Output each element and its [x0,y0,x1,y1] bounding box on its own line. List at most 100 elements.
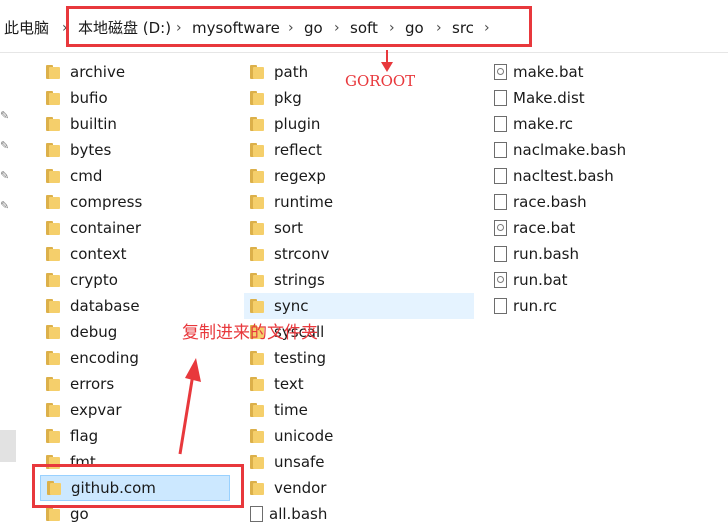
list-item[interactable]: flag [40,423,255,449]
item-label: container [70,219,142,237]
item-label: sync [274,297,309,315]
list-item[interactable]: Make.dist [488,85,703,111]
item-label: crypto [70,271,118,289]
item-label: errors [70,375,115,393]
folder-icon [250,403,266,417]
list-item[interactable]: builtin [40,111,255,137]
file-icon [494,142,507,158]
copied-folder-highlight-box [32,464,244,508]
file-icon [494,90,507,106]
folder-icon [250,143,266,157]
folder-icon [250,195,266,209]
item-label: database [70,297,140,315]
item-label: builtin [70,115,117,133]
item-label: bufio [70,89,108,107]
scrollbar-thumb[interactable] [0,430,16,462]
batch-file-icon [494,220,507,236]
list-item[interactable]: text [244,371,459,397]
list-item[interactable]: encoding [40,345,255,371]
item-label: time [274,401,308,419]
item-label: debug [70,323,118,341]
folder-icon [250,481,266,495]
item-label: all.bash [269,505,328,523]
list-item[interactable]: strings [244,267,459,293]
item-label: make.bat [513,63,584,81]
list-item[interactable]: expvar [40,397,255,423]
item-label: strings [274,271,325,289]
list-item[interactable]: compress [40,189,255,215]
batch-file-icon [494,64,507,80]
folder-icon [250,455,266,469]
arrow-up-icon [178,358,201,455]
list-item[interactable]: runtime [244,189,459,215]
folder-icon [46,65,62,79]
item-label: Make.dist [513,89,585,107]
item-label: sort [274,219,304,237]
item-label: reflect [274,141,322,159]
list-item[interactable]: vendor [244,475,459,501]
breadcrumb-this-pc[interactable]: 此电脑 [4,18,49,38]
item-label: unsafe [274,453,325,471]
folder-icon [46,273,62,287]
folder-icon [46,507,62,521]
list-item[interactable]: errors [40,371,255,397]
item-label: runtime [274,193,334,211]
item-label: archive [70,63,126,81]
list-item[interactable]: archive [40,59,255,85]
item-label: unicode [274,427,334,445]
list-item[interactable]: bufio [40,85,255,111]
folder-icon [250,377,266,391]
list-item[interactable]: bytes [40,137,255,163]
list-item[interactable]: race.bat [488,215,703,241]
list-item[interactable]: cmd [40,163,255,189]
list-item[interactable]: container [40,215,255,241]
folder-icon [46,169,62,183]
arrow-down-icon [381,50,393,72]
list-item[interactable]: run.bash [488,241,703,267]
list-item[interactable]: context [40,241,255,267]
file-icon [494,116,507,132]
list-item[interactable]: race.bash [488,189,703,215]
item-label: text [274,375,304,393]
list-item[interactable]: run.rc [488,293,703,319]
copied-folder-annotation: 复制进来的文件夹 [182,323,318,343]
list-item[interactable]: regexp [244,163,459,189]
item-label: testing [274,349,327,367]
pin-icon[interactable]: ✎ [0,170,12,182]
pin-icon[interactable]: ✎ [0,110,12,122]
list-item[interactable]: all.bash [244,501,459,527]
item-label: nacltest.bash [513,167,614,185]
list-item[interactable]: reflect [244,137,459,163]
list-item[interactable]: time [244,397,459,423]
list-item[interactable]: crypto [40,267,255,293]
list-item[interactable]: make.bat [488,59,703,85]
list-item[interactable]: make.rc [488,111,703,137]
folder-icon [46,325,62,339]
item-label: compress [70,193,143,211]
list-item-hover[interactable]: sync [244,293,474,319]
item-label: cmd [70,167,103,185]
item-label: context [70,245,127,263]
folder-icon [250,429,266,443]
item-label: encoding [70,349,139,367]
folder-icon [46,429,62,443]
pin-icon[interactable]: ✎ [0,140,12,152]
list-item[interactable]: nacltest.bash [488,163,703,189]
batch-file-icon [494,272,507,288]
item-label: bytes [70,141,112,159]
list-item[interactable]: unicode [244,423,459,449]
folder-icon [46,143,62,157]
item-label: run.bash [513,245,579,263]
list-item[interactable]: strconv [244,241,459,267]
folder-icon [46,247,62,261]
list-item[interactable]: database [40,293,255,319]
folder-icon [250,273,266,287]
list-item[interactable]: testing [244,345,459,371]
list-item[interactable]: naclmake.bash [488,137,703,163]
list-item[interactable]: run.bat [488,267,703,293]
list-item[interactable]: unsafe [244,449,459,475]
list-item[interactable]: plugin [244,111,459,137]
pin-icon[interactable]: ✎ [0,200,12,212]
list-item[interactable]: sort [244,215,459,241]
item-label: make.rc [513,115,574,133]
